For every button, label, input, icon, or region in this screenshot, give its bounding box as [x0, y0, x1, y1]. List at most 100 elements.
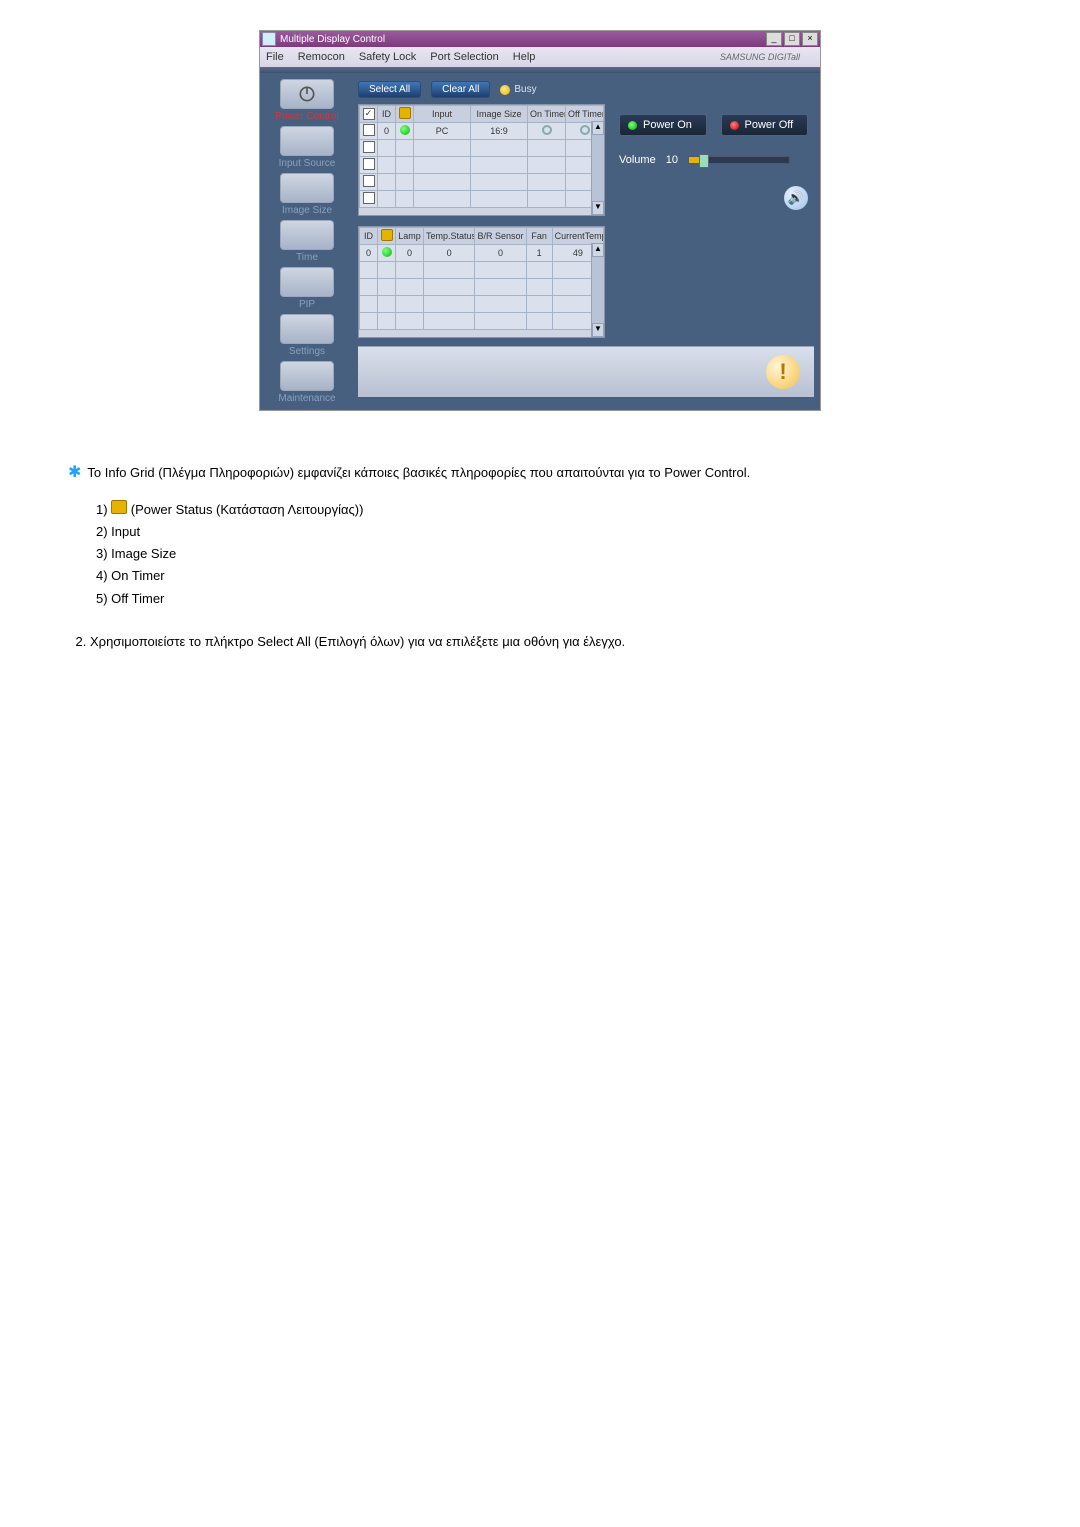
col-check[interactable]	[360, 106, 378, 123]
busy-indicator: Busy	[500, 84, 536, 95]
col-id: ID	[378, 106, 396, 123]
app-window: Multiple Display Control _ □ × File Remo…	[259, 30, 821, 411]
clear-all-button[interactable]: Clear All	[431, 81, 490, 98]
power-status-badge-icon	[111, 500, 127, 514]
table-row[interactable]	[360, 140, 604, 157]
cell-input: PC	[414, 123, 471, 140]
col-power-icon	[396, 106, 414, 123]
off-timer-icon	[580, 125, 590, 135]
table-row[interactable]	[360, 279, 604, 296]
busy-icon	[500, 85, 510, 95]
sidebar-item-input-source[interactable]: Input Source	[268, 126, 346, 169]
star-bullet-icon: ✱	[68, 464, 81, 481]
sidebar: Power Control Input Source Image Size Ti…	[260, 73, 354, 410]
power-on-button[interactable]: Power On	[619, 114, 707, 136]
power-off-button[interactable]: Power Off	[721, 114, 809, 136]
sidebar-item-pip[interactable]: PIP	[268, 267, 346, 310]
sidebar-label: Power Control	[275, 111, 338, 122]
cell-sensor: 0	[475, 245, 526, 262]
sidebar-label: Time	[296, 252, 318, 263]
busy-label: Busy	[514, 84, 536, 95]
close-button[interactable]: ×	[802, 32, 818, 46]
col-id: ID	[360, 228, 378, 245]
volume-knob[interactable]	[699, 154, 709, 168]
volume-label: Volume	[619, 154, 656, 166]
table-row[interactable]: 0 0 0 0 1 49	[360, 245, 604, 262]
sidebar-item-maintenance[interactable]: Maintenance	[268, 361, 346, 404]
sidebar-label: Maintenance	[278, 393, 335, 404]
scrollbar[interactable]: ▲▼	[591, 121, 604, 215]
cell-image-size: 16:9	[471, 123, 528, 140]
col-off-timer: Off Timer	[566, 106, 604, 123]
maximize-button[interactable]: □	[784, 32, 800, 46]
cell-fan: 1	[526, 245, 552, 262]
main-panel: Select All Clear All Busy ID	[354, 73, 820, 410]
scroll-down-icon[interactable]: ▼	[592, 323, 604, 337]
speaker-icon[interactable]: 🔊	[784, 186, 808, 210]
table-row[interactable]	[360, 157, 604, 174]
col-image-size: Image Size	[471, 106, 528, 123]
scrollbar[interactable]: ▲▼	[591, 243, 604, 337]
volume-control: Volume 10	[619, 154, 808, 166]
menu-file[interactable]: File	[266, 51, 284, 63]
volume-value: 10	[666, 154, 678, 166]
select-all-button[interactable]: Select All	[358, 81, 421, 98]
menu-safety-lock[interactable]: Safety Lock	[359, 51, 416, 63]
table-row[interactable]: 0 PC 16:9	[360, 123, 604, 140]
power-on-icon	[628, 121, 637, 130]
volume-slider[interactable]	[688, 156, 790, 164]
table-row[interactable]	[360, 296, 604, 313]
menu-port-selection[interactable]: Port Selection	[430, 51, 498, 63]
sidebar-item-power-control[interactable]: Power Control	[268, 79, 346, 122]
scroll-up-icon[interactable]: ▲	[592, 121, 604, 135]
main-body: Power Control Input Source Image Size Ti…	[260, 73, 820, 410]
notes-intro: Το Info Grid (Πλέγμα Πληροφοριών) εμφανί…	[87, 465, 750, 480]
power-status-icon	[400, 125, 410, 135]
notes-section: ✱ Το Info Grid (Πλέγμα Πληροφοριών) εμφαν…	[68, 459, 1012, 665]
note-step-2: Χρησιμοποιείστε το πλήκτρο Select All (Ε…	[90, 631, 1006, 653]
cell-id: 0	[378, 123, 396, 140]
info-grid-1: ID Input Image Size On Timer Off Timer	[358, 104, 605, 216]
col-power-icon	[378, 228, 396, 245]
sidebar-label: Image Size	[282, 205, 332, 216]
sidebar-label: Input Source	[279, 158, 336, 169]
note-item: 1) (Power Status (Κατάσταση Λειτουργίας)…	[96, 499, 1012, 521]
table-row[interactable]	[360, 191, 604, 208]
col-on-timer: On Timer	[528, 106, 566, 123]
footer-bar: !	[358, 346, 814, 397]
col-fan: Fan	[526, 228, 552, 245]
col-current-temp: CurrentTemp.	[552, 228, 603, 245]
note-item: 3) Image Size	[96, 543, 1012, 565]
cell-lamp: 0	[396, 245, 424, 262]
col-br-sensor: B/R Sensor	[475, 228, 526, 245]
menu-help[interactable]: Help	[513, 51, 536, 63]
sidebar-item-image-size[interactable]: Image Size	[268, 173, 346, 216]
right-panel: Power On Power Off Volume 10 🔊	[613, 104, 814, 338]
sidebar-label: PIP	[299, 299, 315, 310]
table-row[interactable]	[360, 262, 604, 279]
menu-remocon[interactable]: Remocon	[298, 51, 345, 63]
on-timer-icon	[542, 125, 552, 135]
alert-icon: !	[766, 355, 800, 389]
window-title: Multiple Display Control	[280, 34, 385, 45]
sidebar-item-time[interactable]: Time	[268, 220, 346, 263]
minimize-button[interactable]: _	[766, 32, 782, 46]
table-row[interactable]	[360, 313, 604, 330]
scroll-up-icon[interactable]: ▲	[592, 243, 604, 257]
power-status-icon	[382, 247, 392, 257]
row-checkbox[interactable]	[363, 124, 375, 136]
power-off-icon	[730, 121, 739, 130]
brand-label: SAMSUNG DIGITall	[720, 52, 800, 62]
col-lamp: Lamp	[396, 228, 424, 245]
app-icon	[262, 32, 276, 46]
note-item: 4) On Timer	[96, 565, 1012, 587]
cell-id: 0	[360, 245, 378, 262]
col-temp-status: Temp.Status	[424, 228, 475, 245]
note-item: 5) Off Timer	[96, 588, 1012, 610]
table-row[interactable]	[360, 174, 604, 191]
cell-temp-status: 0	[424, 245, 475, 262]
sidebar-item-settings[interactable]: Settings	[268, 314, 346, 357]
power-on-label: Power On	[643, 119, 692, 131]
col-input: Input	[414, 106, 471, 123]
scroll-down-icon[interactable]: ▼	[592, 201, 604, 215]
